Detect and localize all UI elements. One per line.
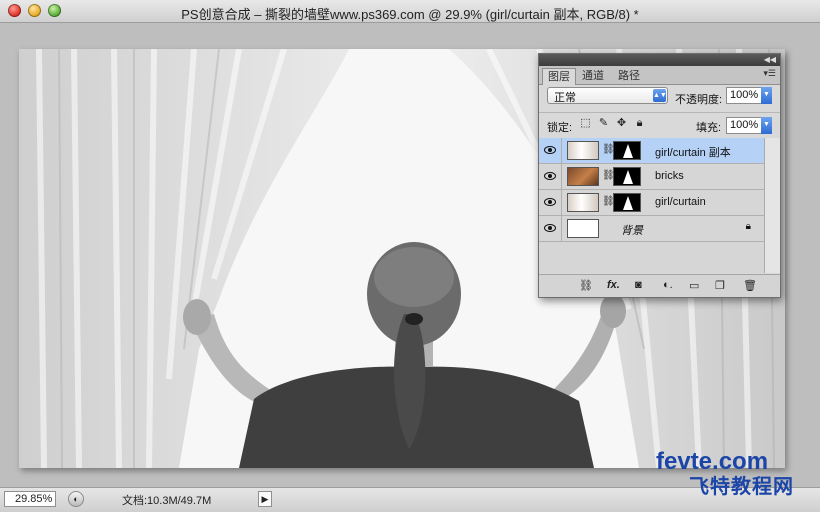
layer-name: girl/curtain bbox=[655, 196, 706, 208]
layer-mask-thumbnail[interactable] bbox=[613, 193, 641, 212]
select-arrows-icon: ▲▼ bbox=[653, 89, 667, 102]
lock-transparency-icon[interactable]: ⬚ bbox=[579, 117, 592, 130]
layer-row-bricks[interactable]: ⛓ bricks bbox=[539, 164, 765, 190]
layers-panel: ◀◀ 图层 通道 路径 ▾☰ 正常 ▲▼ 不透明度: 100% ▼ 锁定: ⬚ … bbox=[538, 53, 781, 298]
tab-layers[interactable]: 图层 bbox=[542, 68, 576, 85]
opacity-field[interactable]: 100% ▼ bbox=[726, 87, 772, 104]
fill-field[interactable]: 100% ▼ bbox=[726, 117, 772, 134]
layer-name: girl/curtain 副本 bbox=[655, 147, 731, 159]
lock-position-move-icon[interactable]: ✥ bbox=[615, 117, 628, 130]
opacity-value: 100% bbox=[730, 89, 759, 101]
new-group-folder-icon[interactable]: ▭ bbox=[689, 279, 699, 292]
fill-dropdown-icon[interactable]: ▼ bbox=[761, 117, 772, 134]
layers-list: ⛓ girl/curtain 副本 ⛓ bricks ⛓ girl/curtai… bbox=[539, 138, 780, 273]
fill-value: 100% bbox=[730, 119, 759, 131]
watermark-chinese: 飞特教程网 bbox=[689, 474, 794, 498]
layer-row-girl-curtain[interactable]: ⛓ girl/curtain bbox=[539, 190, 765, 216]
trash-icon[interactable]: 🗑︎ bbox=[743, 279, 757, 292]
title-bar[interactable]: PS创意合成 – 撕裂的墙壁www.ps369.com @ 29.9% (gir… bbox=[0, 0, 820, 23]
fx-icon[interactable]: fx. bbox=[607, 279, 620, 291]
layer-thumbnail bbox=[567, 167, 599, 186]
layer-thumbnail bbox=[567, 141, 599, 160]
lock-label: 锁定: bbox=[547, 122, 573, 134]
lock-all-icon[interactable]: 🔒︎ bbox=[633, 117, 646, 130]
opacity-dropdown-icon[interactable]: ▼ bbox=[761, 87, 772, 104]
adjustment-layer-icon[interactable]: ◐. bbox=[663, 279, 673, 291]
lock-image-brush-icon[interactable]: ✎ bbox=[597, 117, 610, 130]
panel-menu-icon[interactable]: ▾☰ bbox=[763, 68, 776, 79]
layer-thumbnail bbox=[567, 219, 599, 238]
visibility-eye-icon[interactable] bbox=[544, 198, 556, 206]
fill-label: 填充: bbox=[696, 122, 722, 134]
layer-name: 背景 bbox=[621, 225, 643, 237]
layer-name: bricks bbox=[655, 170, 684, 182]
layer-mask-thumbnail[interactable] bbox=[613, 141, 641, 160]
fevte-watermark: fevte.com 飞特教程网 bbox=[656, 448, 816, 499]
panel-header-bar[interactable]: ◀◀ bbox=[539, 54, 780, 66]
visibility-eye-icon[interactable] bbox=[544, 172, 556, 180]
blend-mode-value: 正常 bbox=[554, 92, 576, 104]
panel-tabs: 图层 通道 路径 ▾☰ bbox=[539, 66, 780, 85]
link-layers-icon[interactable]: ⛓ bbox=[579, 279, 593, 292]
layers-panel-footer: ⛓ fx. ◙ ◐. ▭ ❐ 🗑︎ bbox=[539, 274, 780, 297]
blend-mode-select[interactable]: 正常 ▲▼ bbox=[547, 87, 668, 104]
status-menu-arrow-icon[interactable]: ▶ bbox=[258, 491, 272, 507]
tab-paths[interactable]: 路径 bbox=[613, 68, 645, 84]
visibility-eye-icon[interactable] bbox=[544, 146, 556, 154]
new-layer-icon[interactable]: ❐ bbox=[715, 279, 725, 292]
window-title: PS创意合成 – 撕裂的墙壁www.ps369.com @ 29.9% (gir… bbox=[181, 7, 639, 22]
zoom-menu-icon[interactable]: ◐ bbox=[68, 491, 84, 507]
document-window: PS创意合成 – 撕裂的墙壁www.ps369.com @ 29.9% (gir… bbox=[0, 0, 820, 512]
visibility-eye-icon[interactable] bbox=[544, 224, 556, 232]
layer-row-girl-curtain-copy[interactable]: ⛓ girl/curtain 副本 bbox=[539, 138, 765, 164]
tab-channels[interactable]: 通道 bbox=[577, 68, 609, 84]
zoom-level-field[interactable]: 29.85% bbox=[4, 491, 56, 507]
document-size-info: 文档:10.3M/49.7M bbox=[122, 495, 212, 507]
layer-lock-icon: 🔒︎ bbox=[745, 221, 751, 232]
collapse-panel-icon[interactable]: ◀◀ bbox=[764, 54, 776, 66]
layer-row-background[interactable]: 背景 🔒︎ bbox=[539, 216, 765, 242]
watermark-url: fevte.com bbox=[656, 448, 769, 475]
layer-mask-thumbnail[interactable] bbox=[613, 167, 641, 186]
opacity-label: 不透明度: bbox=[675, 94, 723, 106]
layer-thumbnail bbox=[567, 193, 599, 212]
lock-row: 锁定: ⬚ ✎ ✥ 🔒︎ 填充: 100% ▼ bbox=[539, 112, 780, 140]
layers-scrollbar[interactable] bbox=[764, 138, 780, 273]
add-mask-icon[interactable]: ◙ bbox=[635, 279, 642, 291]
